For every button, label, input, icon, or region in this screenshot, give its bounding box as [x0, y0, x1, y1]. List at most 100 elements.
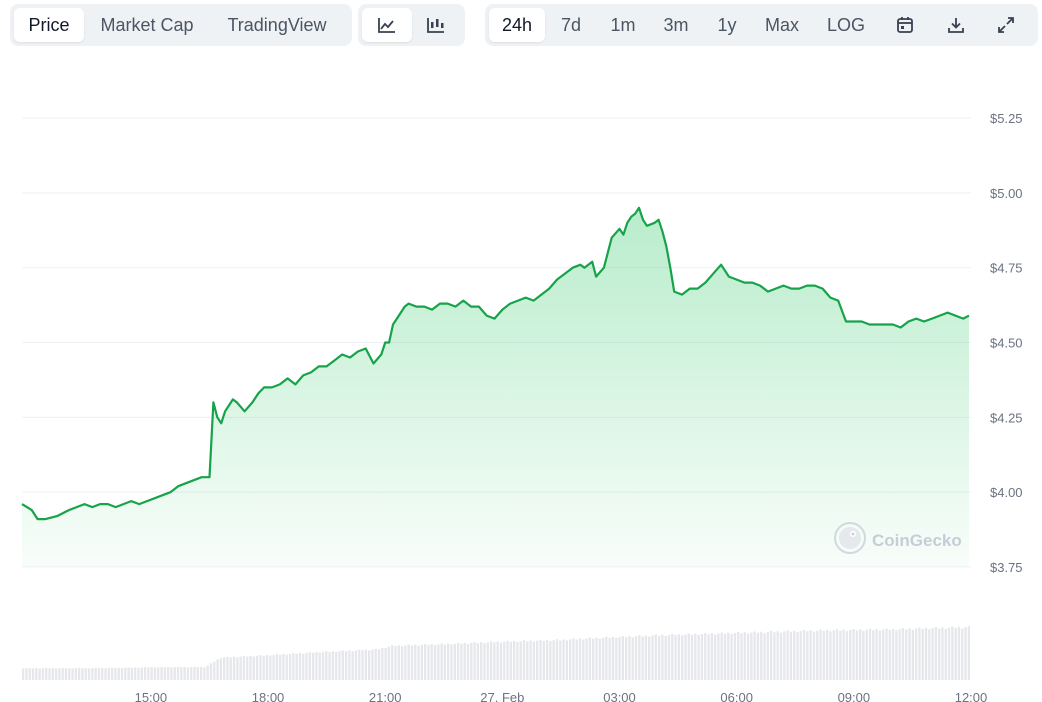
volume-bar	[196, 667, 199, 680]
volume-bar	[766, 632, 769, 680]
volume-bar	[944, 628, 947, 680]
volume-bar	[127, 667, 130, 680]
volume-bar	[190, 667, 193, 680]
volume-bar	[657, 635, 661, 680]
volume-bar	[440, 643, 443, 680]
range-1y[interactable]: 1y	[703, 8, 751, 42]
volume-bar	[81, 668, 84, 680]
price-area-layer	[21, 206, 970, 568]
volume-bar	[931, 628, 934, 680]
range-7d[interactable]: 7d	[545, 8, 597, 42]
volume-bar	[582, 639, 585, 680]
volume-bar	[516, 642, 519, 680]
date-range-button[interactable]	[879, 8, 931, 42]
volume-bar	[450, 644, 453, 680]
volume-bar	[532, 641, 536, 680]
line-chart-button[interactable]	[362, 8, 412, 42]
tab-price[interactable]: Price	[14, 8, 84, 42]
volume-bar	[855, 630, 858, 680]
volume-bar	[911, 629, 914, 680]
candlestick-chart-button[interactable]	[412, 8, 462, 42]
volume-bar	[681, 635, 684, 680]
tab-market-cap[interactable]: Market Cap	[84, 8, 210, 42]
volume-bar	[407, 644, 410, 680]
volume-bar	[28, 668, 31, 680]
volume-bar	[631, 637, 634, 680]
volume-bar	[338, 651, 341, 680]
volume-bar	[644, 635, 648, 680]
volume-bar	[91, 668, 94, 680]
volume-bar	[206, 665, 209, 680]
volume-bar	[812, 631, 816, 680]
volume-bar	[895, 630, 898, 680]
volume-bar	[404, 645, 407, 680]
volume-bar	[519, 641, 522, 680]
volume-bar	[54, 668, 58, 680]
volume-bar	[865, 629, 868, 680]
volume-bar	[710, 633, 713, 680]
volume-bar	[661, 634, 664, 680]
x-tick-label: 06:00	[720, 690, 753, 702]
volume-bar	[466, 643, 470, 680]
volume-bar	[862, 630, 865, 680]
volume-bar	[849, 630, 852, 680]
volume-bar	[25, 668, 28, 680]
volume-bar	[512, 641, 516, 680]
volume-bar	[394, 646, 397, 680]
volume-bar	[400, 646, 404, 680]
volume-bar	[143, 667, 147, 680]
volume-bar	[101, 667, 104, 680]
download-button[interactable]	[931, 8, 981, 42]
volume-bar	[470, 643, 473, 680]
volume-bar	[183, 666, 186, 680]
volume-bar	[325, 651, 328, 680]
range-1m[interactable]: 1m	[597, 8, 649, 42]
volume-bar	[424, 644, 427, 680]
volume-bar	[318, 652, 321, 680]
volume-bar	[526, 641, 529, 680]
volume-bar	[259, 655, 262, 680]
volume-bar	[605, 636, 608, 680]
log-scale-toggle[interactable]: LOG	[813, 8, 879, 42]
volume-bar	[938, 628, 941, 680]
range-24h[interactable]: 24h	[489, 8, 545, 42]
volume-bar	[279, 654, 282, 680]
tab-tradingview[interactable]: TradingView	[210, 8, 344, 42]
volume-bar	[371, 649, 374, 680]
y-tick-label: $4.50	[990, 336, 1023, 351]
volume-bar	[51, 668, 54, 680]
volume-bar	[130, 667, 134, 680]
volume-bar	[737, 631, 740, 680]
volume-bar	[22, 668, 25, 680]
volume-bar	[117, 667, 120, 680]
volume-bar	[308, 652, 311, 680]
volume-bar	[713, 634, 717, 680]
volume-bar	[654, 634, 657, 680]
volume-bar	[45, 668, 48, 680]
volume-bar	[690, 634, 694, 680]
volume-bar	[414, 644, 417, 680]
volume-bar	[110, 667, 114, 680]
volume-bar	[387, 646, 391, 680]
volume-bar	[137, 667, 140, 680]
y-tick-label: $4.25	[990, 410, 1023, 425]
fullscreen-button[interactable]	[981, 8, 1031, 42]
volume-bar	[427, 645, 430, 680]
volume-bar	[341, 650, 344, 680]
volume-bar	[232, 656, 236, 680]
volume-bar	[575, 639, 578, 680]
volume-bar	[717, 633, 720, 680]
volume-bar	[486, 642, 489, 680]
volume-bar	[819, 629, 822, 680]
volume-bar	[219, 658, 223, 680]
chart-toolbar: Price Market Cap TradingView 24h 7d 1m 3…	[0, 4, 1042, 46]
range-3m[interactable]: 3m	[649, 8, 703, 42]
range-max[interactable]: Max	[751, 8, 813, 42]
volume-bar	[295, 653, 298, 680]
volume-bar	[638, 635, 641, 680]
volume-bar	[509, 641, 512, 680]
volume-bar	[430, 644, 433, 680]
volume-bar	[947, 627, 951, 680]
volume-bar	[707, 634, 710, 680]
volume-bar	[723, 633, 727, 680]
